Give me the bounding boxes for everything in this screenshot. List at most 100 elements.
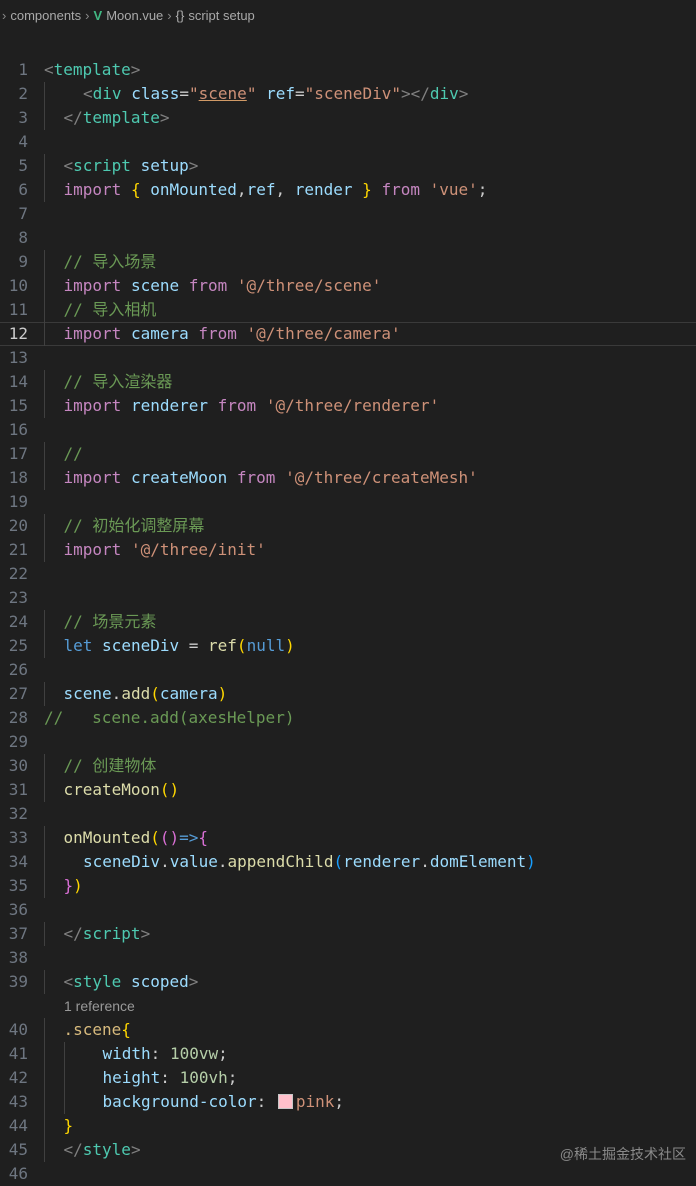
code-token: createMoon [130,468,228,487]
code-line[interactable]: 24 // 场景元素 [0,610,696,634]
line-number: 5 [18,156,28,175]
indent-guide [44,1018,45,1042]
code-line[interactable]: 6 import { onMounted,ref, render } from '… [0,178,696,202]
code-token: // 导入场景 [63,252,157,271]
code-line[interactable]: 27 scene.add(camera) [0,682,696,706]
code-lens-row: 1 reference [0,994,696,1018]
code-line[interactable]: 14 // 导入渲染器 [0,370,696,394]
code-token: import [63,276,122,295]
code-token: 100vh [179,1068,228,1087]
line-number: 44 [8,1116,28,1135]
code-line[interactable]: 16 [0,418,696,442]
code-line[interactable]: 40 .scene{ [0,1018,696,1042]
code-token: style [82,1140,131,1159]
code-text: // 导入场景 [64,250,157,274]
code-line[interactable]: 5 <script setup> [0,154,696,178]
code-line[interactable]: 4 [0,130,696,154]
breadcrumb-file[interactable]: Moon.vue [106,8,163,23]
code-token: => [179,828,199,847]
code-line[interactable]: 13 [0,346,696,370]
code-line[interactable]: 35}) [0,874,696,898]
code-line[interactable]: 20 // 初始化调整屏幕 [0,514,696,538]
code-line[interactable]: 18 import createMoon from '@/three/create… [0,466,696,490]
code-line[interactable]: 39 <style scoped> [0,970,696,994]
code-token: . [111,684,122,703]
code-line[interactable]: 15 import renderer from '@/three/renderer… [0,394,696,418]
code-line[interactable]: 8 [0,226,696,250]
chevron-right-icon: › [85,7,90,23]
code-line[interactable]: 28 // scene.add(axesHelper) [0,706,696,730]
code-token: : [256,1092,276,1111]
line-number: 1 [18,60,28,79]
code-token: .scene [63,1020,122,1039]
code-token: ; [477,180,488,199]
code-token: scene [198,84,247,103]
code-line[interactable]: 34 sceneDiv.value.appendChild(renderer.do… [0,850,696,874]
code-line[interactable]: 12 import camera from '@/three/camera' [0,322,696,346]
breadcrumb-components[interactable]: components [10,8,81,23]
code-line[interactable]: 17 // [0,442,696,466]
code-line[interactable]: 22 [0,562,696,586]
code-token: { [130,180,141,199]
code-line[interactable]: 11 // 导入相机 [0,298,696,322]
code-text: scene.add(camera) [64,682,228,706]
code-line[interactable]: 37 </script> [0,922,696,946]
code-token: , [275,180,295,199]
breadcrumb-symbol[interactable]: script setup [188,8,254,23]
code-token: createMoon [63,780,160,799]
code-text: width: 100vw; [103,1042,228,1066]
code-token: ) [217,684,228,703]
code-text: }) [64,874,83,898]
indent-guide [44,1138,45,1162]
code-line[interactable]: 33 onMounted(()=>{ [0,826,696,850]
code-token: { [121,1020,131,1039]
code-line[interactable]: 32 [0,802,696,826]
indent-guide [64,1042,65,1066]
code-line[interactable]: 3 </template> [0,106,696,130]
code-line[interactable]: 31 createMoon() [0,778,696,802]
color-swatch[interactable] [277,1094,293,1109]
code-line[interactable]: 25 let sceneDiv = ref(null) [0,634,696,658]
line-number: 11 [8,300,28,319]
code-token: ) [73,876,83,895]
code-line[interactable]: 21 import '@/three/init' [0,538,696,562]
code-token: add [121,684,151,703]
code-line[interactable]: 43 background-color: pink; [0,1090,696,1114]
code-line[interactable]: 23 [0,586,696,610]
code-token: // 导入相机 [63,300,157,319]
code-line[interactable]: 30 // 创建物体 [0,754,696,778]
code-editor[interactable]: 1 <template> 2 <div class="scene" ref="scen… [0,58,696,1186]
code-token: from [188,276,228,295]
code-text: <style scoped> [64,970,199,994]
indent-guide [44,442,45,466]
code-line[interactable]: 44} [0,1114,696,1138]
code-line[interactable]: 7 [0,202,696,226]
code-line[interactable]: 38 [0,946,696,970]
code-token: > [140,924,151,943]
line-number: 12 [8,324,28,343]
code-line[interactable]: 26 [0,658,696,682]
code-token: ; [227,1068,238,1087]
code-text: .scene{ [64,1018,131,1042]
indent-guide [44,538,45,562]
code-token: ref [208,636,237,655]
code-line[interactable]: 1 <template> [0,58,696,82]
code-token: </ [63,1140,83,1159]
code-line[interactable]: 36 [0,898,696,922]
code-line[interactable]: 19 [0,490,696,514]
code-token: renderer [130,396,208,415]
code-token: = [179,84,189,103]
code-line[interactable]: 2 <div class="scene" ref="sceneDiv"></div… [0,82,696,106]
code-line[interactable]: 10 import scene from '@/three/scene' [0,274,696,298]
code-line[interactable]: 29 [0,730,696,754]
code-lens-references[interactable]: 1 reference [64,994,135,1018]
code-token: sceneDiv [102,636,180,655]
code-line[interactable]: 9 // 导入场景 [0,250,696,274]
line-number: 7 [18,204,28,223]
code-line[interactable]: 42 height: 100vh; [0,1066,696,1090]
code-line[interactable]: 41 width: 100vw; [0,1042,696,1066]
line-number: 30 [8,756,28,775]
code-line[interactable]: 46 [0,1162,696,1186]
